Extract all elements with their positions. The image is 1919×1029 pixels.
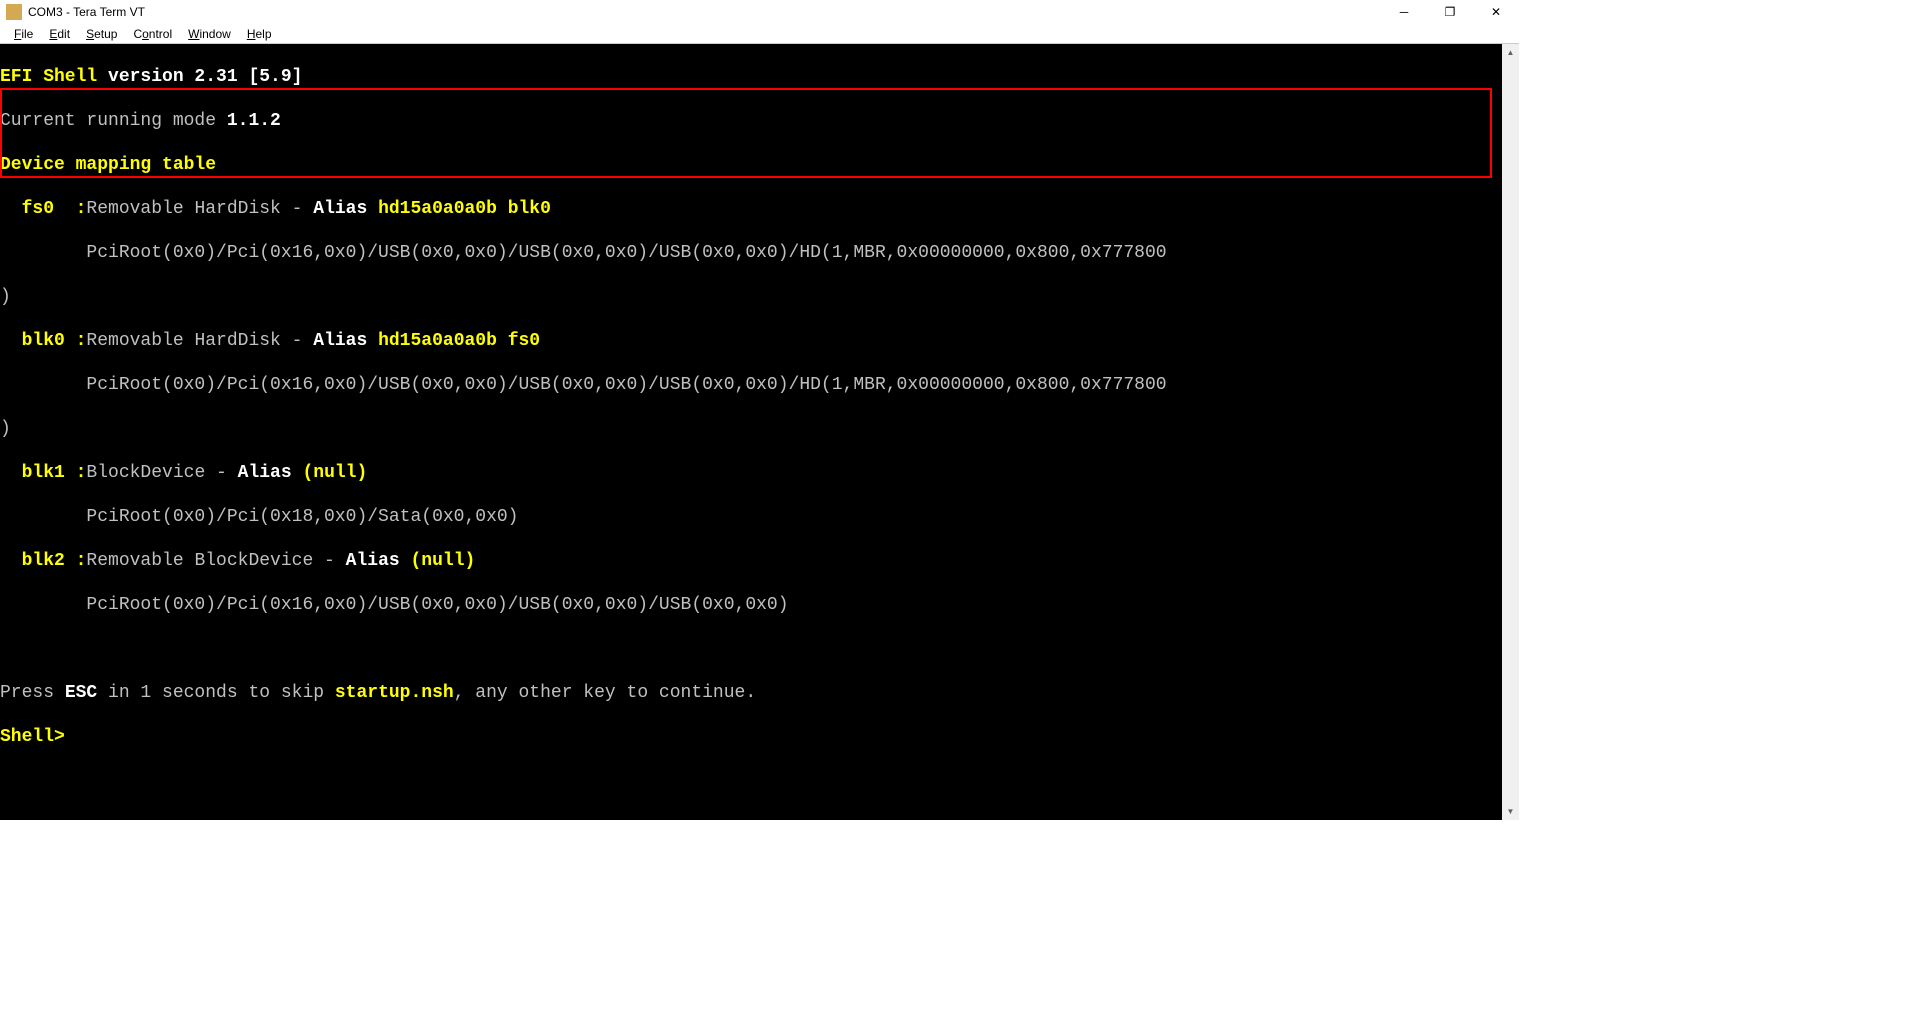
close-paren-1: ) — [0, 287, 11, 307]
window-title: COM3 - Tera Term VT — [28, 5, 145, 19]
app-icon — [6, 4, 22, 20]
close-button[interactable]: ✕ — [1473, 0, 1519, 24]
scrollbar[interactable]: ▲ ▼ — [1502, 44, 1519, 820]
blk0-label: blk0 : — [0, 331, 86, 351]
fs0-desc: Removable HardDisk - — [86, 199, 313, 219]
alias-label-3: Alias — [238, 463, 303, 483]
blk1-label: blk1 : — [0, 463, 86, 483]
esc-text: ESC — [65, 683, 97, 703]
blk2-alias: (null) — [410, 551, 475, 571]
maximize-button[interactable]: ❐ — [1427, 0, 1473, 24]
menu-window[interactable]: Window — [180, 25, 239, 43]
blk1-desc: BlockDevice - — [86, 463, 237, 483]
mapping-header: Device mapping table — [0, 155, 216, 175]
press-text-2: in 1 seconds to skip — [97, 683, 335, 703]
startup-text: startup.nsh — [335, 683, 454, 703]
blk2-label: blk2 : — [0, 551, 86, 571]
terminal[interactable]: EFI Shell version 2.31 [5.9] Current run… — [0, 44, 1502, 820]
press-text-3: , any other key to continue. — [454, 683, 756, 703]
blk0-desc: Removable HardDisk - — [86, 331, 313, 351]
fs0-path: PciRoot(0x0)/Pci(0x16,0x0)/USB(0x0,0x0)/… — [0, 243, 1167, 263]
menu-edit[interactable]: Edit — [41, 25, 78, 43]
efi-shell-label: EFI Shell — [0, 67, 97, 87]
scroll-up-button[interactable]: ▲ — [1502, 44, 1519, 61]
alias-label-2: Alias — [313, 331, 378, 351]
blk2-path: PciRoot(0x0)/Pci(0x16,0x0)/USB(0x0,0x0)/… — [0, 595, 789, 615]
menubar: File Edit Setup Control Window Help — [0, 24, 1519, 44]
fs0-label: fs0 : — [0, 199, 86, 219]
menu-setup[interactable]: Setup — [78, 25, 125, 43]
close-paren-2: ) — [0, 419, 11, 439]
menu-control[interactable]: Control — [125, 25, 180, 43]
blk1-path: PciRoot(0x0)/Pci(0x18,0x0)/Sata(0x0,0x0) — [0, 507, 518, 527]
window-controls: ─ ❐ ✕ — [1381, 0, 1519, 24]
window: COM3 - Tera Term VT ─ ❐ ✕ File Edit Setu… — [0, 0, 1519, 820]
menu-help[interactable]: Help — [239, 25, 280, 43]
scrollbar-track[interactable] — [1502, 61, 1519, 803]
blk1-alias: (null) — [302, 463, 367, 483]
blk0-alias: hd15a0a0a0b fs0 — [378, 331, 540, 351]
titlebar: COM3 - Tera Term VT ─ ❐ ✕ — [0, 0, 1519, 24]
scroll-down-button[interactable]: ▼ — [1502, 803, 1519, 820]
blk2-desc: Removable BlockDevice - — [86, 551, 345, 571]
minimize-button[interactable]: ─ — [1381, 0, 1427, 24]
version-text: version 2.31 [5.9] — [97, 67, 302, 87]
menu-file[interactable]: File — [6, 25, 41, 43]
alias-label-4: Alias — [346, 551, 411, 571]
press-text-1: Press — [0, 683, 65, 703]
alias-label-1: Alias — [313, 199, 378, 219]
blk0-path: PciRoot(0x0)/Pci(0x16,0x0)/USB(0x0,0x0)/… — [0, 375, 1167, 395]
running-mode-label: Current running mode — [0, 111, 227, 131]
terminal-container: EFI Shell version 2.31 [5.9] Current run… — [0, 44, 1519, 820]
shell-prompt: Shell> — [0, 727, 65, 747]
fs0-alias: hd15a0a0a0b blk0 — [378, 199, 551, 219]
running-mode-value: 1.1.2 — [227, 111, 281, 131]
